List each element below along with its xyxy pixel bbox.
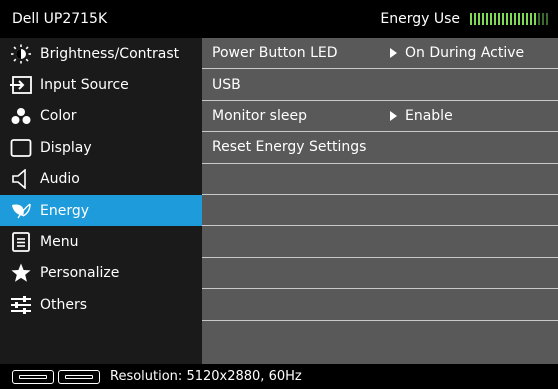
empty-row: [202, 289, 558, 321]
setting-row-reset-energy[interactable]: Reset Energy Settings: [202, 132, 558, 164]
monitor-model-title: Dell UP2715K: [12, 11, 108, 27]
sidebar-item-label: Menu: [40, 234, 79, 251]
energy-gauge-tick: [470, 13, 472, 25]
energy-gauge-tick: [522, 13, 524, 25]
energy-gauge-tick: [482, 13, 484, 25]
resolution-text: Resolution: 5120x2880, 60Hz: [110, 369, 302, 384]
sliders-icon: [10, 295, 32, 315]
sidebar-item-label: Display: [40, 139, 92, 156]
energy-use-label: Energy Use: [380, 11, 460, 27]
sidebar-item-label: Brightness/Contrast: [40, 45, 180, 62]
energy-gauge-tick: [534, 13, 536, 25]
status-bar: Resolution: 5120x2880, 60Hz: [0, 364, 558, 389]
color-icon: [10, 106, 32, 126]
energy-settings-panel: Power Button LED On During Active USB Mo…: [202, 38, 558, 364]
energy-gauge-tick: [478, 13, 480, 25]
setting-row-monitor-sleep[interactable]: Monitor sleep Enable: [202, 101, 558, 133]
displayport-icon: [58, 369, 100, 384]
input-source-icon: [10, 75, 32, 95]
sidebar-menu: Brightness/Contrast Input Source Color D…: [0, 38, 202, 364]
energy-gauge-tick: [510, 13, 512, 25]
energy-gauge-tick: [490, 13, 492, 25]
empty-row: [202, 164, 558, 195]
star-icon: [10, 263, 32, 283]
sidebar-item-label: Input Source: [40, 77, 129, 94]
energy-use-indicator: Energy Use: [380, 11, 548, 27]
empty-row: [202, 195, 558, 227]
setting-value[interactable]: Enable: [390, 108, 453, 124]
displayport-icon: [12, 369, 54, 384]
sidebar-item-personalize[interactable]: Personalize: [0, 258, 202, 289]
empty-row: [202, 321, 558, 352]
triangle-right-icon: [390, 110, 397, 121]
energy-gauge-tick: [518, 13, 520, 25]
sidebar-item-audio[interactable]: Audio: [0, 164, 202, 195]
setting-label: Reset Energy Settings: [212, 139, 367, 156]
sidebar-item-input-source[interactable]: Input Source: [0, 69, 202, 100]
sidebar-item-others[interactable]: Others: [0, 289, 202, 320]
energy-gauge-tick: [542, 13, 544, 25]
setting-label: USB: [212, 76, 241, 93]
sidebar-item-label: Others: [40, 296, 88, 313]
sidebar-item-label: Energy: [40, 202, 90, 219]
energy-gauge-tick: [526, 13, 528, 25]
setting-row-power-button-led[interactable]: Power Button LED On During Active: [202, 38, 558, 70]
speaker-icon: [10, 169, 32, 190]
sidebar-item-display[interactable]: Display: [0, 132, 202, 163]
sidebar-item-menu[interactable]: Menu: [0, 226, 202, 257]
energy-gauge-tick: [474, 13, 476, 25]
energy-gauge-tick: [494, 13, 496, 25]
energy-gauge-tick: [530, 13, 532, 25]
title-bar: Dell UP2715K Energy Use: [0, 0, 558, 38]
setting-value-text: On During Active: [405, 45, 525, 62]
monitor-osd: Dell UP2715K Energy Use Brightness/Contr…: [0, 0, 558, 389]
triangle-right-icon: [390, 48, 397, 59]
sidebar-item-color[interactable]: Color: [0, 101, 202, 132]
energy-gauge-tick: [538, 13, 540, 25]
sidebar-item-label: Audio: [40, 171, 80, 188]
energy-gauge-tick: [502, 13, 504, 25]
sidebar-item-energy[interactable]: Energy: [0, 194, 202, 227]
sidebar-item-brightness-contrast[interactable]: Brightness/Contrast: [0, 38, 202, 69]
empty-row: [202, 226, 558, 258]
energy-gauge-tick: [546, 13, 548, 25]
leaf-icon: [10, 201, 32, 221]
setting-label: Power Button LED: [212, 45, 338, 62]
energy-use-gauge: [470, 13, 548, 25]
energy-gauge-tick: [498, 13, 500, 25]
energy-gauge-tick: [506, 13, 508, 25]
energy-gauge-tick: [486, 13, 488, 25]
menu-icon: [10, 232, 32, 252]
energy-gauge-tick: [514, 13, 516, 25]
setting-label: Monitor sleep: [212, 107, 307, 124]
display-icon: [10, 138, 32, 158]
setting-value-text: Enable: [405, 107, 453, 124]
brightness-icon: [10, 44, 32, 64]
setting-row-usb[interactable]: USB: [202, 69, 558, 101]
empty-row: [202, 258, 558, 290]
sidebar-item-label: Personalize: [40, 265, 120, 282]
setting-value[interactable]: On During Active: [390, 45, 524, 61]
sidebar-item-label: Color: [40, 108, 77, 125]
